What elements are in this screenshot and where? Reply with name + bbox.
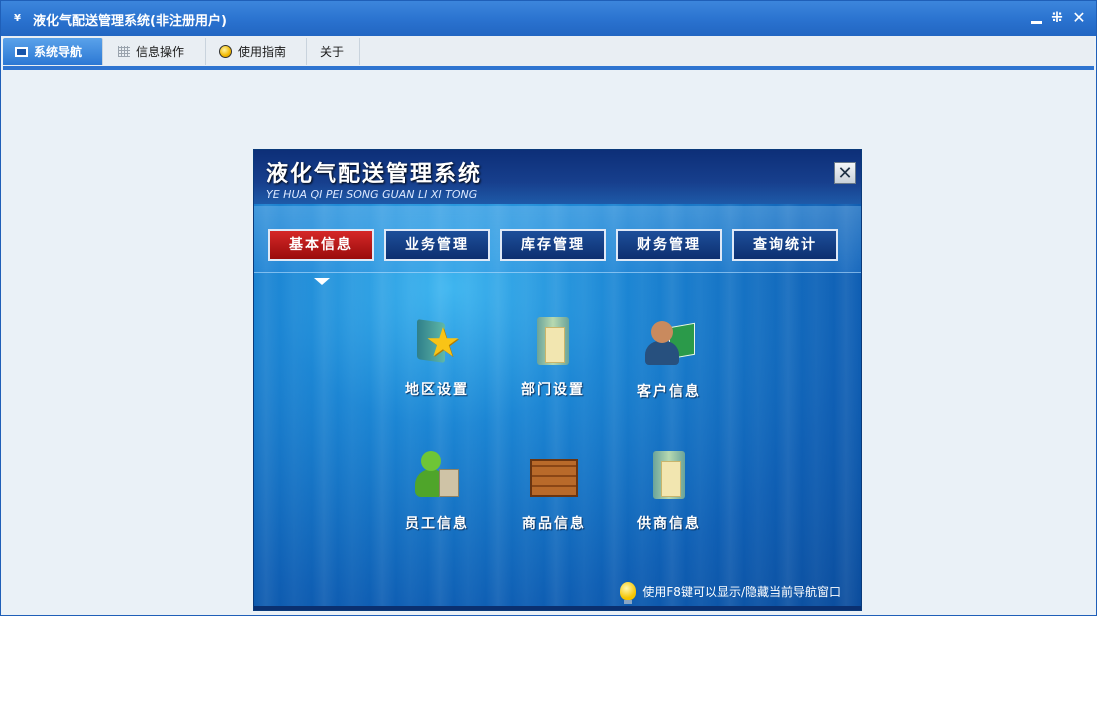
person-bag-icon (409, 447, 465, 503)
tab-info-ops[interactable]: 信息操作 (106, 38, 206, 65)
active-category-caret-icon (314, 278, 330, 285)
monitor-icon (15, 46, 28, 57)
window-title: 液化气配送管理系统(非注册用户) (33, 14, 227, 29)
compass-icon (219, 45, 232, 58)
close-button[interactable]: ✕ (1071, 9, 1087, 27)
folder-star-icon: ★ (409, 313, 465, 369)
grid-icon (118, 46, 130, 57)
people-card-icon (641, 315, 697, 371)
module-label: 部门设置 (521, 382, 585, 398)
category-query-button[interactable]: 查询统计 (732, 229, 838, 261)
tab-label: 关于 (320, 45, 345, 59)
category-basic-info-button[interactable]: 基本信息 (268, 229, 374, 261)
folder-doc-icon (641, 447, 697, 503)
nav-subtitle: YE HUA QI PEI SONG GUAN LI XI TONG (266, 188, 478, 201)
module-label: 客户信息 (637, 384, 701, 400)
module-label: 地区设置 (405, 382, 469, 398)
module-region-settings[interactable]: ★ 地区设置 (389, 313, 485, 413)
tip-text: 使用F8键可以显示/隐藏当前导航窗口 (642, 584, 841, 599)
nav-close-button[interactable]: ✕ (834, 162, 856, 184)
category-finance-button[interactable]: 财务管理 (616, 229, 722, 261)
module-label: 商品信息 (522, 516, 586, 532)
tab-user-guide[interactable]: 使用指南 (207, 38, 307, 65)
category-business-button[interactable]: 业务管理 (384, 229, 490, 261)
module-supplier-info[interactable]: 供商信息 (621, 447, 717, 547)
title-bar[interactable]: ¥ 液化气配送管理系统(非注册用户) ⁜ ✕ (1, 1, 1096, 36)
lightbulb-icon (620, 582, 637, 604)
tab-system-nav[interactable]: 系统导航 (3, 38, 103, 65)
folder-doc-icon (525, 313, 581, 369)
module-customer-info[interactable]: 客户信息 (621, 315, 717, 415)
tab-about[interactable]: 关于 (308, 38, 360, 65)
navigation-panel: 液化气配送管理系统 YE HUA QI PEI SONG GUAN LI XI … (253, 149, 862, 611)
tab-label: 信息操作 (136, 45, 185, 59)
module-label: 供商信息 (637, 516, 701, 532)
minimize-button[interactable] (1028, 9, 1044, 27)
nav-title: 液化气配送管理系统 (266, 162, 483, 187)
f8-tip: 使用F8键可以显示/隐藏当前导航窗口 (620, 582, 841, 604)
tab-label: 系统导航 (34, 45, 83, 59)
tab-label: 使用指南 (238, 45, 287, 59)
module-employee-info[interactable]: 员工信息 (389, 447, 485, 547)
crate-icon (526, 447, 582, 503)
module-label: 员工信息 (405, 516, 469, 532)
module-department-settings[interactable]: 部门设置 (505, 313, 601, 413)
nav-footer (254, 606, 861, 610)
app-window: ¥ 液化气配送管理系统(非注册用户) ⁜ ✕ 系统导航 信息操作 使用指南 关于… (0, 0, 1097, 616)
nav-header: 液化气配送管理系统 YE HUA QI PEI SONG GUAN LI XI … (254, 150, 861, 204)
category-inventory-button[interactable]: 库存管理 (500, 229, 606, 261)
menu-bar: 系统导航 信息操作 使用指南 关于 (3, 36, 1094, 70)
app-logo-icon: ¥ (14, 13, 21, 24)
module-product-info[interactable]: 商品信息 (506, 447, 602, 547)
restore-button[interactable]: ⁜ (1049, 9, 1065, 27)
